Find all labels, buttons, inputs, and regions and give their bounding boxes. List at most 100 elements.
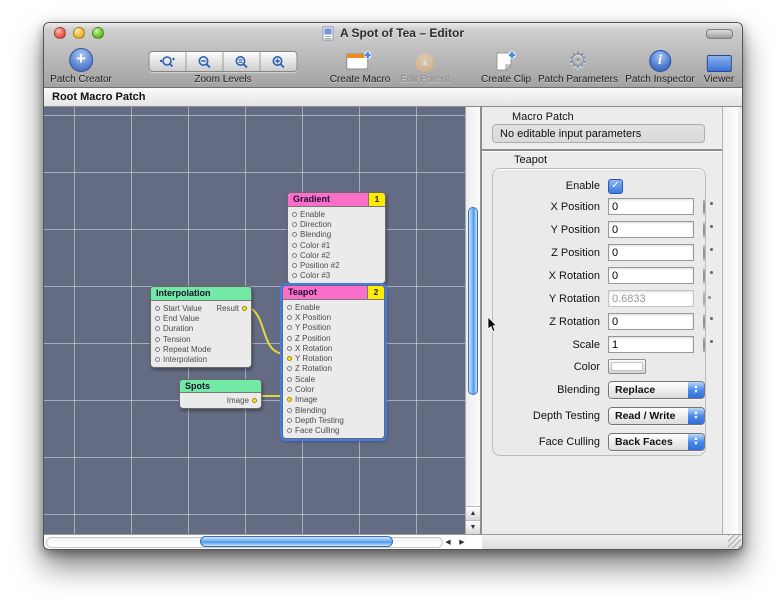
color-well[interactable] (608, 359, 646, 374)
port-row[interactable]: Color #1 (288, 240, 385, 250)
port-row[interactable]: Depth Testing (283, 415, 384, 425)
face-culling-popup[interactable]: Back Faces ▲▼ (608, 433, 705, 451)
port-dot[interactable] (287, 346, 292, 351)
node-teapot[interactable]: Teapot 2 Enable X Position Y Position Z … (282, 285, 385, 439)
title-bar[interactable]: A Spot of Tea – Editor (44, 23, 742, 43)
port-row[interactable]: Enable (283, 302, 384, 312)
vertical-scrollbar-thumb[interactable] (468, 207, 478, 395)
port-dot[interactable] (287, 418, 292, 423)
scroll-right-arrow[interactable]: ▶ (456, 536, 468, 548)
port-dot[interactable] (287, 336, 292, 341)
port-dot[interactable] (292, 232, 297, 237)
x-rotation-field[interactable] (608, 267, 694, 284)
port-dot[interactable] (287, 428, 292, 433)
z-rotation-field[interactable] (608, 313, 694, 330)
toolbar-item-viewer[interactable]: Viewer (704, 51, 734, 85)
x-position-knob[interactable] (703, 199, 705, 215)
node-gradient[interactable]: Gradient 1 Enable Direction Blending Col… (287, 192, 386, 284)
port-row[interactable]: Blending (288, 230, 385, 240)
port-row[interactable]: Color #3 (288, 271, 385, 281)
output-port-dot-connected[interactable] (242, 306, 247, 311)
canvas-vertical-scrollbar[interactable]: ▲ ▼ (465, 107, 480, 534)
port-row[interactable]: Start Value Result (151, 303, 251, 313)
patch-canvas[interactable]: Gradient 1 Enable Direction Blending Col… (44, 107, 465, 534)
toolbar-toggle-pill[interactable] (706, 29, 733, 39)
zoom-out-button[interactable] (187, 52, 224, 71)
port-row[interactable]: End Value (151, 313, 251, 323)
scroll-up-arrow[interactable]: ▲ (466, 506, 480, 520)
x-position-field[interactable] (608, 198, 694, 215)
port-dot[interactable] (292, 273, 297, 278)
scroll-down-arrow[interactable]: ▼ (466, 520, 480, 534)
port-dot[interactable] (292, 243, 297, 248)
port-row[interactable]: Y Position (283, 323, 384, 333)
node-spots[interactable]: Spots Image (179, 379, 262, 409)
panel-scrollbar-track[interactable] (722, 107, 738, 534)
canvas-horizontal-scrollbar[interactable]: ◀ ▶ (44, 534, 482, 549)
zoom-in-button[interactable] (261, 52, 297, 71)
port-row[interactable]: X Position (283, 312, 384, 322)
horizontal-scrollbar-thumb[interactable] (200, 536, 393, 547)
port-dot[interactable] (287, 305, 292, 310)
port-row[interactable]: Image (283, 395, 384, 405)
port-dot-connected[interactable] (287, 397, 292, 402)
port-row[interactable]: X Rotation (283, 343, 384, 353)
port-row[interactable]: Interpolation (151, 354, 251, 364)
scale-field[interactable] (608, 336, 694, 353)
port-row[interactable]: Z Rotation (283, 364, 384, 374)
node-interpolation[interactable]: Interpolation Start Value Result End Val… (150, 286, 252, 368)
output-port-dot-connected[interactable] (252, 398, 257, 403)
x-rotation-knob[interactable] (703, 268, 705, 284)
toolbar-item-patch-inspector[interactable]: i Patch Inspector (625, 50, 694, 85)
y-position-field[interactable] (608, 221, 694, 238)
port-row[interactable]: Image (180, 395, 261, 406)
port-dot[interactable] (287, 366, 292, 371)
port-dot[interactable] (155, 316, 160, 321)
port-row[interactable]: Face Culling (283, 426, 384, 436)
z-rotation-knob[interactable] (703, 314, 705, 330)
resize-grip[interactable] (728, 535, 741, 548)
toolbar-item-create-clip[interactable]: Create Clip (481, 50, 531, 85)
zoom-actual-size-button[interactable] (150, 52, 187, 71)
port-row[interactable]: Duration (151, 324, 251, 334)
port-dot[interactable] (287, 408, 292, 413)
screen: { "window": { "title": "A Spot of Tea – … (0, 0, 783, 613)
port-row[interactable]: Z Position (283, 333, 384, 343)
scroll-left-arrow[interactable]: ◀ (442, 536, 454, 548)
port-row[interactable]: Y Rotation (283, 353, 384, 363)
toolbar-item-patch-creator[interactable]: + Patch Creator (50, 48, 112, 85)
port-dot[interactable] (287, 387, 292, 392)
port-row[interactable]: Color (283, 384, 384, 394)
port-row[interactable]: Direction (288, 219, 385, 229)
z-position-field[interactable] (608, 244, 694, 261)
toolbar-item-patch-parameters[interactable]: ⚙ Patch Parameters (538, 50, 618, 85)
port-dot[interactable] (287, 315, 292, 320)
port-dot[interactable] (292, 263, 297, 268)
port-dot[interactable] (155, 337, 160, 342)
port-row[interactable]: Repeat Mode (151, 344, 251, 354)
port-row[interactable]: Blending (283, 405, 384, 415)
enable-checkbox[interactable]: ✓ (608, 179, 623, 194)
port-dot-connected[interactable] (287, 356, 292, 361)
port-dot[interactable] (155, 357, 160, 362)
port-dot[interactable] (155, 306, 160, 311)
port-dot[interactable] (287, 325, 292, 330)
scale-knob[interactable] (703, 337, 705, 353)
port-dot[interactable] (292, 212, 297, 217)
y-position-knob[interactable] (703, 222, 705, 238)
port-dot[interactable] (287, 377, 292, 382)
port-dot[interactable] (155, 326, 160, 331)
port-row[interactable]: Scale (283, 374, 384, 384)
port-row[interactable]: Color #2 (288, 250, 385, 260)
port-dot[interactable] (155, 347, 160, 352)
zoom-fit-button[interactable] (224, 52, 261, 71)
depth-testing-popup[interactable]: Read / Write ▲▼ (608, 407, 705, 425)
port-dot[interactable] (292, 253, 297, 258)
port-row[interactable]: Tension (151, 334, 251, 344)
toolbar-item-create-macro[interactable]: Create Macro (330, 50, 391, 85)
port-row[interactable]: Position #2 (288, 260, 385, 270)
port-row[interactable]: Enable (288, 209, 385, 219)
port-dot[interactable] (292, 222, 297, 227)
z-position-knob[interactable] (703, 245, 705, 261)
blending-popup[interactable]: Replace ▲▼ (608, 381, 705, 399)
